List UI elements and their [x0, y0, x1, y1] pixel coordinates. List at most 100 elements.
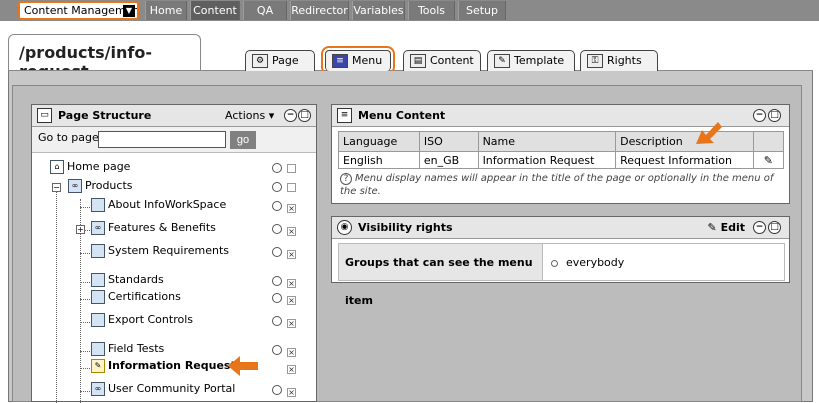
nav-qa[interactable]: QA	[243, 1, 287, 20]
folder-icon: ▭	[37, 108, 52, 123]
select-radio[interactable]	[272, 345, 282, 355]
goto-row: Go to page: go	[32, 127, 316, 153]
actions-label: Actions	[225, 109, 266, 122]
groups-label: Groups that can see the menu item	[338, 243, 543, 307]
edit-row-icon[interactable]: ✎	[752, 151, 785, 169]
collapse-icon[interactable]: −	[52, 183, 61, 192]
select-radio[interactable]	[272, 224, 282, 234]
tree-item-system-requirements[interactable]: System Requirements	[91, 243, 229, 259]
nav-setup[interactable]: Setup	[458, 1, 506, 20]
chevron-down-icon[interactable]: ▼	[123, 5, 135, 17]
tab-page[interactable]: ⚙ Page	[245, 50, 315, 71]
tree-item-label: User Community Portal	[108, 382, 236, 395]
tree-line	[80, 253, 90, 254]
nav-variables[interactable]: Variables	[352, 1, 405, 20]
tree-item-label: Export Controls	[108, 313, 193, 326]
visibility-checkbox[interactable]: ×	[287, 279, 296, 288]
minimize-icon[interactable]: −	[753, 221, 766, 234]
visibility-checkbox[interactable]: ×	[287, 365, 296, 374]
nav-redirector[interactable]: Redirector	[290, 1, 349, 20]
tree-item-about[interactable]: About InfoWorkSpace	[91, 197, 226, 213]
visibility-checkbox[interactable]: ×	[287, 204, 296, 213]
edit-button[interactable]: ✎ Edit	[708, 217, 745, 239]
visibility-checkbox[interactable]: ×	[287, 227, 296, 236]
minimize-icon[interactable]: −	[284, 109, 297, 122]
context-select[interactable]: Content Managemen ▼	[18, 1, 139, 20]
actions-menu[interactable]: Actions ▾	[225, 105, 274, 127]
bullet-icon	[551, 259, 558, 267]
edit-icon: ✎	[707, 221, 717, 234]
column-header-name: Name	[477, 131, 617, 152]
tab-menu[interactable]: ≡ Menu	[321, 46, 395, 75]
tree-item-certifications[interactable]: Certifications	[91, 289, 181, 305]
tab-template[interactable]: ✎ Template	[487, 50, 575, 71]
go-button[interactable]: go	[230, 131, 256, 149]
nav-tools[interactable]: Tools	[408, 1, 455, 20]
select-radio[interactable]	[272, 182, 282, 192]
maximize-icon[interactable]: □	[768, 221, 781, 234]
tree-item-field-tests[interactable]: Field Tests	[91, 341, 164, 357]
select-radio[interactable]	[272, 201, 282, 211]
tree-line	[56, 183, 57, 403]
home-icon: ⌂	[50, 160, 64, 174]
select-radio[interactable]	[272, 276, 282, 286]
nav-home[interactable]: Home	[145, 1, 187, 20]
tree-line	[80, 282, 90, 283]
highlight-arrow-icon	[228, 356, 258, 376]
tree-item-features[interactable]: ∞ Features & Benefits	[91, 220, 216, 236]
tab-rights-label: Rights	[607, 54, 642, 67]
tree-item-information-request[interactable]: ✎ Information Request	[91, 358, 236, 374]
tab-page-label: Page	[272, 54, 299, 67]
tree-item-export-controls[interactable]: Export Controls	[91, 312, 193, 328]
nav-content[interactable]: Content	[190, 1, 240, 20]
tab-rights[interactable]: ⚿ Rights	[580, 50, 658, 71]
visibility-rights-panel: ◉ Visibility rights ✎ Edit − □ Groups th…	[331, 216, 790, 307]
select-radio[interactable]	[272, 316, 282, 326]
select-radio[interactable]	[272, 247, 282, 257]
tree-item-label: System Requirements	[108, 244, 229, 257]
visibility-rights-title: Visibility rights	[358, 221, 453, 234]
tree-item-label: Information Request	[108, 359, 236, 372]
table-row: English en_GB Information Request Reques…	[338, 151, 785, 169]
page-settings-icon: ⚙	[252, 54, 268, 68]
select-radio[interactable]	[272, 385, 282, 395]
column-header-language: Language	[338, 131, 420, 152]
visibility-checkbox[interactable]: ×	[287, 388, 296, 397]
tree-line	[80, 299, 90, 300]
tree-line	[80, 322, 90, 323]
context-select-value: Content Managemen	[24, 4, 139, 17]
visibility-checkbox[interactable]: ×	[287, 348, 296, 357]
groups-value: everybody	[543, 243, 785, 281]
tree-item-user-community[interactable]: ∞ User Community Portal	[91, 381, 235, 397]
tree-item-label: Features & Benefits	[108, 221, 216, 234]
visibility-rights-header: ◉ Visibility rights ✎ Edit − □	[332, 217, 789, 239]
maximize-icon[interactable]: □	[768, 109, 781, 122]
tree-item-label: Home page	[67, 160, 131, 173]
visibility-checkbox[interactable]	[287, 164, 296, 173]
minimize-icon[interactable]: −	[753, 109, 766, 122]
tree-line	[80, 207, 90, 208]
tree-item-products[interactable]: ∞ Products	[68, 178, 133, 194]
visibility-checkbox[interactable]: ×	[287, 250, 296, 259]
select-radio[interactable]	[272, 163, 282, 173]
tree-line	[80, 351, 90, 352]
tab-menu-label: Menu	[352, 54, 383, 67]
tree-item-label: About InfoWorkSpace	[108, 198, 227, 211]
goto-input[interactable]	[98, 131, 226, 148]
expand-icon[interactable]: +	[76, 225, 85, 234]
groups-value-text: everybody	[566, 256, 625, 269]
visibility-checkbox[interactable]	[287, 183, 296, 192]
tab-content[interactable]: ▤ Content	[403, 50, 481, 71]
page-structure-header: ▭ Page Structure Actions ▾ − □	[32, 105, 316, 127]
cell-language: English	[338, 151, 420, 169]
linked-page-icon: ∞	[68, 179, 82, 193]
tree-item-home[interactable]: ⌂ Home page	[50, 159, 130, 175]
select-radio[interactable]	[272, 293, 282, 303]
visibility-checkbox[interactable]: ×	[287, 319, 296, 328]
page-icon	[91, 198, 105, 212]
menu-list-icon: ≡	[332, 54, 348, 68]
maximize-icon[interactable]: □	[298, 109, 311, 122]
tree-line	[80, 391, 90, 392]
visibility-checkbox[interactable]: ×	[287, 296, 296, 305]
tree-item-standards[interactable]: Standards	[91, 272, 164, 288]
